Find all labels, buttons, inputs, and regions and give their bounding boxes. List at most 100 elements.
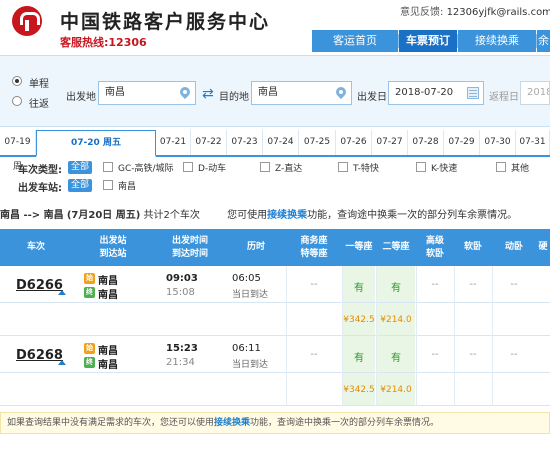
route-summary: 南昌 --> 南昌 (7月20日 周五) 共计2个车次 您可使用接续换乘功能，查… <box>0 206 550 221</box>
from-station[interactable]: 南昌 <box>98 272 118 287</box>
end-station-badge: 终 <box>84 287 95 298</box>
type-other-checkbox[interactable] <box>496 162 506 172</box>
soft-sleeper-status: -- <box>469 279 477 290</box>
date-tab[interactable]: 07-29 <box>444 130 480 155</box>
train-number-link[interactable]: D6268 <box>16 348 63 363</box>
train-type-label: 车次类型: <box>18 165 62 176</box>
date-tab[interactable]: 07-30 <box>480 130 516 155</box>
one-way-radio[interactable] <box>12 76 22 86</box>
col-soft-sleeper: 软卧 <box>463 242 482 252</box>
main-nav: 客运首页 车票预订 接续换乘 余 <box>0 30 550 52</box>
train-number-link[interactable]: D6266 <box>16 278 63 293</box>
second-class-status[interactable]: 有 <box>376 279 416 294</box>
location-pin-icon[interactable] <box>336 87 346 99</box>
type-k-checkbox[interactable] <box>416 162 426 172</box>
type-d-checkbox[interactable] <box>183 162 193 172</box>
col-special-seat: 特等座 <box>300 248 328 259</box>
date-tab[interactable]: 07-19 周 <box>0 130 36 172</box>
date-tab[interactable]: 07-23 <box>227 130 263 155</box>
first-class-price: ¥342.5 <box>343 315 375 325</box>
col-business: 商务座 特等座 <box>286 229 342 266</box>
transfer-link[interactable]: 接续换乘 <box>267 210 307 221</box>
table-row: D6268 始 南昌 终 南昌 15:23 21:34 06:11 当日到达 -… <box>0 336 550 373</box>
site-header: 中国铁路客户服务中心 客服热线:12306 意见反馈: 12306yjfk@ra… <box>0 0 550 52</box>
adv-soft-status: -- <box>431 279 439 290</box>
to-station[interactable]: 南昌 <box>98 356 118 371</box>
date-tab[interactable]: 07-28 <box>408 130 444 155</box>
first-class-status[interactable]: 有 <box>342 349 376 364</box>
depart-station-label: 出发车站: <box>18 183 62 194</box>
expand-stops-icon[interactable] <box>58 360 66 365</box>
results-table-header: 车次 出发站 到达站 出发时间 到达时间 历时 商务座 特等座 一等座 二等座 … <box>0 229 550 266</box>
nav-item-more[interactable]: 余 <box>537 30 550 52</box>
nav-item-ticket-booking[interactable]: 车票预订 <box>399 30 457 52</box>
price-row: ¥342.5 ¥214.0 <box>0 303 550 336</box>
second-class-price: ¥214.0 <box>380 385 412 395</box>
type-t-checkbox[interactable] <box>338 162 348 172</box>
business-seat-status: -- <box>310 349 318 360</box>
footnote-suffix: 功能，查询途中换乘一次的部分列车余票情况。 <box>250 418 440 428</box>
type-t-label: T-特快 <box>353 164 379 174</box>
start-station-badge: 始 <box>84 273 95 284</box>
type-k-label: K-快速 <box>431 164 458 174</box>
feedback-label: 意见反馈: <box>400 7 444 18</box>
station-label: 南昌 <box>118 182 137 192</box>
depart-time: 09:03 <box>166 273 198 284</box>
type-other-label: 其他 <box>511 164 530 174</box>
col-business-seat: 商务座 <box>300 235 328 246</box>
expand-stops-icon[interactable] <box>58 290 66 295</box>
query-panel: 单程 往返 出发地 南昌 目的地 南昌 出发日 2018-07-20 返程日 2… <box>0 55 550 127</box>
location-pin-icon[interactable] <box>180 87 190 99</box>
business-seat-status: -- <box>310 279 318 290</box>
route-text: 南昌 --> 南昌 <box>0 210 64 221</box>
station-checkbox[interactable] <box>103 180 113 190</box>
from-label: 出发地 <box>66 92 96 103</box>
adv-soft-status: -- <box>431 349 439 360</box>
type-z-checkbox[interactable] <box>260 162 270 172</box>
from-station[interactable]: 南昌 <box>98 342 118 357</box>
one-way-label: 单程 <box>29 79 49 90</box>
col-first-class: 一等座 <box>345 242 373 252</box>
duration: 06:05 <box>232 273 261 284</box>
date-tab[interactable]: 07-24 <box>263 130 299 155</box>
to-station[interactable]: 南昌 <box>98 286 118 301</box>
date-tab[interactable]: 07-27 <box>372 130 408 155</box>
table-row: D6266 始 南昌 终 南昌 09:03 15:08 06:05 当日到达 -… <box>0 266 550 303</box>
return-date-input[interactable]: 2018-07- <box>520 81 550 105</box>
calendar-icon[interactable] <box>467 87 479 99</box>
date-tab[interactable]: 07-26 <box>336 130 372 155</box>
first-class-status[interactable]: 有 <box>342 279 376 294</box>
round-trip-radio[interactable] <box>12 96 22 106</box>
arrival-note: 当日到达 <box>232 360 269 370</box>
col-duration[interactable]: 历时 <box>226 229 286 266</box>
date-tab-active[interactable]: 07-20 周五 <box>36 130 156 157</box>
route-date: (7月20日 周五) <box>66 210 141 221</box>
date-tab[interactable]: 07-22 <box>191 130 227 155</box>
tip-suffix: 功能，查询途中换乘一次的部分列车余票情况。 <box>307 210 518 221</box>
moving-sleeper-status: -- <box>510 279 518 290</box>
nav-item-home[interactable]: 客运首页 <box>312 30 398 52</box>
col-stations[interactable]: 出发站 到达站 <box>72 229 154 266</box>
feedback-area: 意见反馈: 12306yjfk@rails.com.cn <box>400 3 550 18</box>
tip-prefix: 您可使用 <box>227 210 268 221</box>
to-label: 目的地 <box>219 92 249 103</box>
col-adv-soft: 高级 软卧 <box>416 229 454 266</box>
footnote-transfer-link[interactable]: 接续换乘 <box>214 418 250 428</box>
date-tab[interactable]: 07-21 <box>156 130 191 155</box>
start-station-badge: 始 <box>84 343 95 354</box>
nav-item-transfer[interactable]: 接续换乘 <box>458 30 536 52</box>
train-type-all-button[interactable]: 全部 <box>68 161 93 174</box>
feedback-email-link[interactable]: 12306yjfk@rails.com.cn <box>447 7 550 18</box>
col-moving-sleeper: 动卧 <box>504 242 523 252</box>
date-label: 出发日 <box>357 92 387 103</box>
date-tab[interactable]: 07-31 <box>516 130 550 155</box>
col-times[interactable]: 出发时间 到达时间 <box>154 229 226 266</box>
swap-stations-icon[interactable] <box>202 86 216 102</box>
duration: 06:11 <box>232 343 261 354</box>
col-train[interactable]: 车次 <box>0 229 72 266</box>
second-class-status[interactable]: 有 <box>376 349 416 364</box>
date-tab[interactable]: 07-25 <box>299 130 336 155</box>
type-gc-checkbox[interactable] <box>103 162 113 172</box>
station-all-button[interactable]: 全部 <box>68 179 93 192</box>
col-depart-station: 出发站 <box>99 235 127 246</box>
